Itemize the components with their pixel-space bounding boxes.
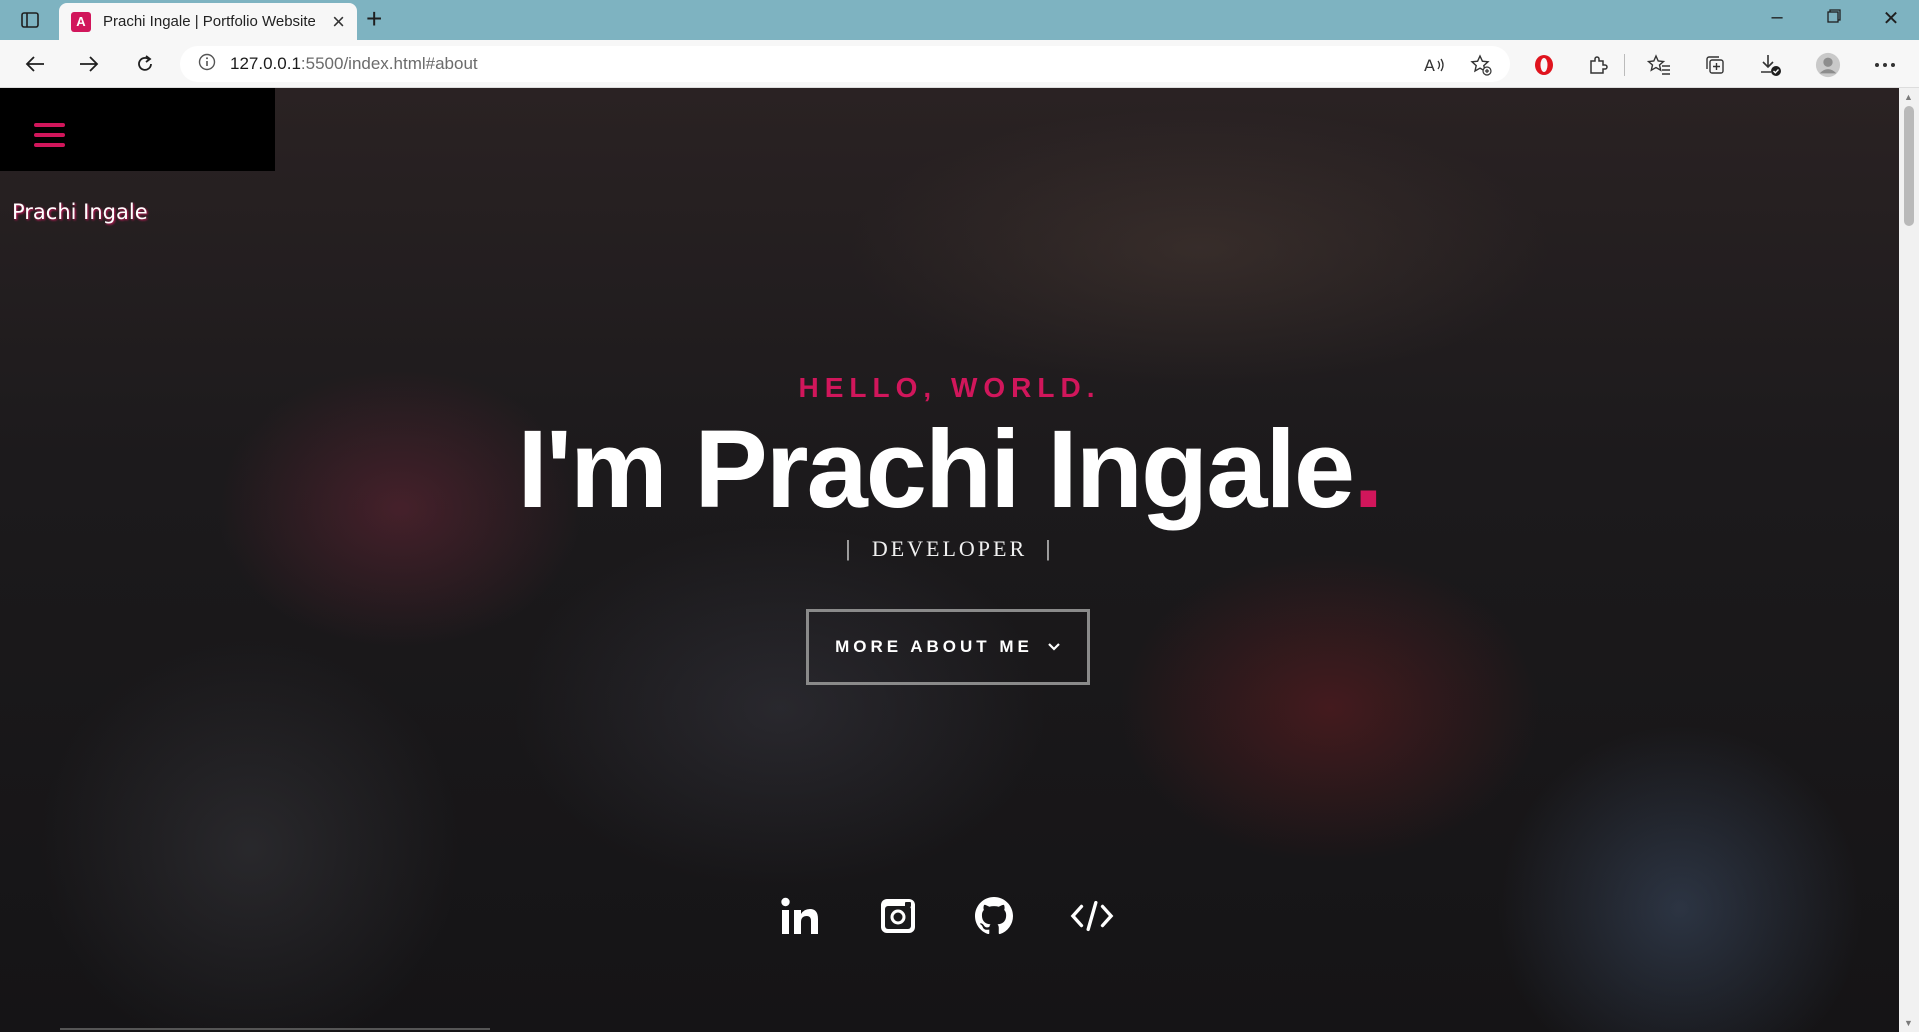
extensions-icon[interactable] xyxy=(1585,52,1611,78)
toolbar-divider xyxy=(1624,54,1625,76)
back-icon[interactable] xyxy=(20,50,50,78)
browser-tab-bar: A Prachi Ingale | Portfolio Website × + … xyxy=(0,0,1919,40)
downloads-icon[interactable] xyxy=(1757,52,1783,78)
forward-icon[interactable] xyxy=(74,50,104,78)
page-viewport: Prachi Ingale HELLO, WORLD. I'm Prachi I… xyxy=(0,88,1899,1032)
read-aloud-icon[interactable]: A xyxy=(1422,52,1448,78)
browser-toolbar: 127.0.0.1:5500/index.html#about A xyxy=(0,40,1919,88)
close-tab-icon[interactable]: × xyxy=(332,10,345,33)
linkedin-icon[interactable] xyxy=(778,894,822,938)
address-bar[interactable]: 127.0.0.1:5500/index.html#about xyxy=(180,46,1510,82)
section-divider xyxy=(60,1028,490,1030)
profile-avatar[interactable] xyxy=(1815,52,1841,78)
hero-section: HELLO, WORLD. I'm Prachi Ingale. | DEVELO… xyxy=(0,88,1899,1032)
hero-name: I'm Prachi Ingale. xyxy=(0,404,1899,536)
hero-name-text: I'm Prachi Ingale xyxy=(517,408,1355,531)
new-tab-icon[interactable]: + xyxy=(366,5,382,33)
role-divider-right: | xyxy=(1045,536,1054,561)
tab-actions-icon[interactable] xyxy=(16,8,44,32)
more-options-icon[interactable] xyxy=(1872,52,1898,78)
role-divider-left: | xyxy=(845,536,854,561)
hero-name-dot: . xyxy=(1353,408,1384,531)
reload-icon[interactable] xyxy=(130,50,160,78)
page-scrollbar[interactable]: ▲ ▼ xyxy=(1899,88,1919,1032)
favorite-add-icon[interactable] xyxy=(1468,52,1494,78)
scroll-thumb[interactable] xyxy=(1904,106,1914,226)
url-host: 127.0.0.1 xyxy=(230,54,301,73)
tab-title: Prachi Ingale | Portfolio Website xyxy=(103,13,315,30)
scroll-down-icon[interactable]: ▼ xyxy=(1904,1018,1913,1028)
more-about-me-button[interactable]: MORE ABOUT ME xyxy=(806,609,1090,685)
url-text: 127.0.0.1:5500/index.html#about xyxy=(230,54,478,74)
github-icon[interactable] xyxy=(972,894,1016,938)
svg-text:A: A xyxy=(1424,56,1435,74)
url-path: :5500/index.html#about xyxy=(300,54,478,73)
site-info-icon[interactable] xyxy=(198,53,216,76)
scroll-up-icon[interactable]: ▲ xyxy=(1904,92,1913,102)
more-about-me-label: MORE ABOUT ME xyxy=(835,637,1033,656)
collections-icon[interactable] xyxy=(1702,52,1728,78)
hero-role: | DEVELOPER | xyxy=(0,536,1899,562)
close-window-icon[interactable]: ✕ xyxy=(1871,6,1911,31)
hero-greeting: HELLO, WORLD. xyxy=(798,372,1101,403)
opera-extension-icon[interactable] xyxy=(1531,52,1557,78)
instagram-icon[interactable] xyxy=(876,894,920,938)
code-icon[interactable] xyxy=(1070,894,1114,938)
minimize-icon[interactable]: – xyxy=(1757,6,1797,29)
role-text: DEVELOPER xyxy=(871,536,1028,561)
restore-icon[interactable] xyxy=(1814,6,1854,29)
chevron-down-icon xyxy=(1047,639,1061,655)
favorites-icon[interactable] xyxy=(1646,52,1672,78)
favicon-icon: A xyxy=(71,11,91,32)
browser-tab[interactable]: A Prachi Ingale | Portfolio Website × xyxy=(59,3,357,40)
